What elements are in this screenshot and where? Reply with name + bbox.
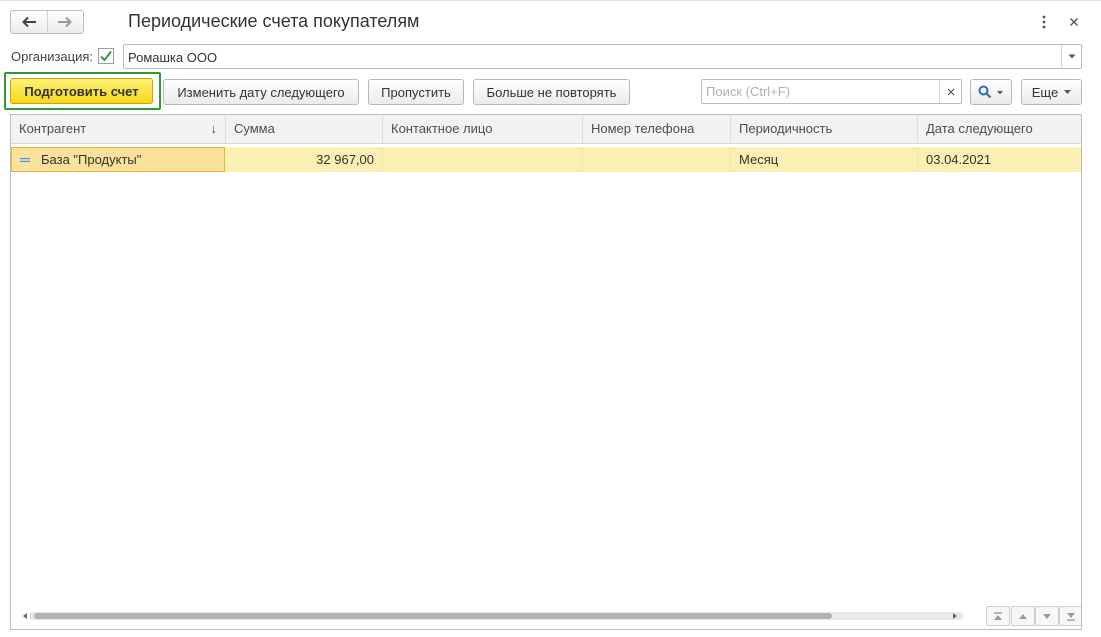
sort-descending-icon: ↓ — [210, 121, 218, 136]
table-header: Контрагент ↓ Сумма Контактное лицо Номер… — [11, 115, 1081, 144]
navigation-buttons — [10, 10, 84, 34]
cell-period[interactable]: Месяц — [731, 147, 918, 172]
back-button[interactable] — [11, 11, 47, 33]
go-to-last-button[interactable] — [1059, 606, 1081, 626]
column-header-period[interactable]: Периодичность — [731, 115, 918, 144]
go-to-first-button[interactable] — [986, 606, 1010, 626]
page-title: Периодические счета покупателям — [128, 11, 420, 31]
search-input[interactable] — [702, 80, 940, 103]
forward-button[interactable] — [46, 11, 84, 33]
cell-counterparty[interactable]: База "Продукты" — [11, 147, 225, 172]
more-button-label: Еще — [1031, 84, 1059, 100]
organization-label: Организация: — [11, 49, 94, 64]
search-box — [701, 79, 962, 104]
stop-repeating-button[interactable]: Больше не повторять — [473, 79, 630, 105]
cell-next-date[interactable]: 03.04.2021 — [918, 147, 1081, 172]
invoices-table: Контрагент ↓ Сумма Контактное лицо Номер… — [10, 114, 1082, 630]
column-header-phone[interactable]: Номер телефона — [583, 115, 731, 144]
skip-button[interactable]: Пропустить — [368, 79, 464, 105]
page-down-button[interactable] — [1035, 606, 1059, 626]
counterparty-value: База "Продукты" — [41, 152, 142, 167]
scroll-left-icon[interactable] — [21, 612, 29, 620]
chevron-down-icon — [1064, 90, 1072, 94]
organization-checkbox[interactable] — [98, 48, 114, 64]
top-border — [0, 0, 1101, 1]
arrow-left-icon — [21, 16, 36, 28]
checkmark-icon — [98, 48, 114, 64]
cell-contact[interactable] — [383, 147, 583, 172]
scroll-right-icon[interactable] — [951, 612, 959, 620]
cell-amount[interactable]: 32 967,00 — [226, 147, 383, 172]
page-up-button[interactable] — [1011, 606, 1035, 626]
close-button[interactable] — [1064, 12, 1084, 32]
arrow-up-icon — [1019, 613, 1027, 619]
organization-dropdown-button[interactable] — [1061, 45, 1081, 68]
horizontal-scrollbar[interactable] — [29, 612, 964, 620]
column-header-next-date[interactable]: Дата следующего — [918, 115, 1081, 144]
column-header-label: Контрагент — [19, 121, 87, 136]
catalog-item-icon — [20, 157, 30, 162]
search-clear-button[interactable] — [939, 80, 961, 103]
organization-field[interactable]: Ромашка ООО — [123, 44, 1082, 69]
close-icon — [1070, 18, 1078, 26]
find-button[interactable] — [970, 79, 1012, 105]
change-next-date-button[interactable]: Изменить дату следующего — [163, 79, 359, 105]
column-header-contact[interactable]: Контактное лицо — [383, 115, 583, 144]
organization-value: Ромашка ООО — [128, 50, 218, 65]
column-header-amount[interactable]: Сумма — [226, 115, 383, 144]
cell-phone[interactable] — [583, 147, 731, 172]
magnifier-icon — [978, 85, 992, 99]
table-row[interactable]: База "Продукты" 32 967,00 Месяц 03.04.20… — [11, 147, 1081, 172]
prepare-invoice-button[interactable]: Подготовить счет — [10, 78, 153, 104]
last-page-icon — [1067, 612, 1075, 621]
arrow-down-icon — [1043, 613, 1051, 619]
kebab-icon — [1042, 15, 1046, 29]
chevron-down-icon — [997, 90, 1003, 94]
chevron-down-icon — [1068, 54, 1075, 59]
close-icon — [947, 88, 954, 95]
more-actions-button[interactable] — [1034, 12, 1054, 32]
scrollbar-thumb[interactable] — [34, 613, 832, 619]
first-page-icon — [994, 611, 1002, 620]
column-header-counterparty[interactable]: Контрагент ↓ — [11, 115, 226, 144]
more-button[interactable]: Еще — [1021, 79, 1082, 105]
arrow-right-icon — [58, 16, 73, 28]
